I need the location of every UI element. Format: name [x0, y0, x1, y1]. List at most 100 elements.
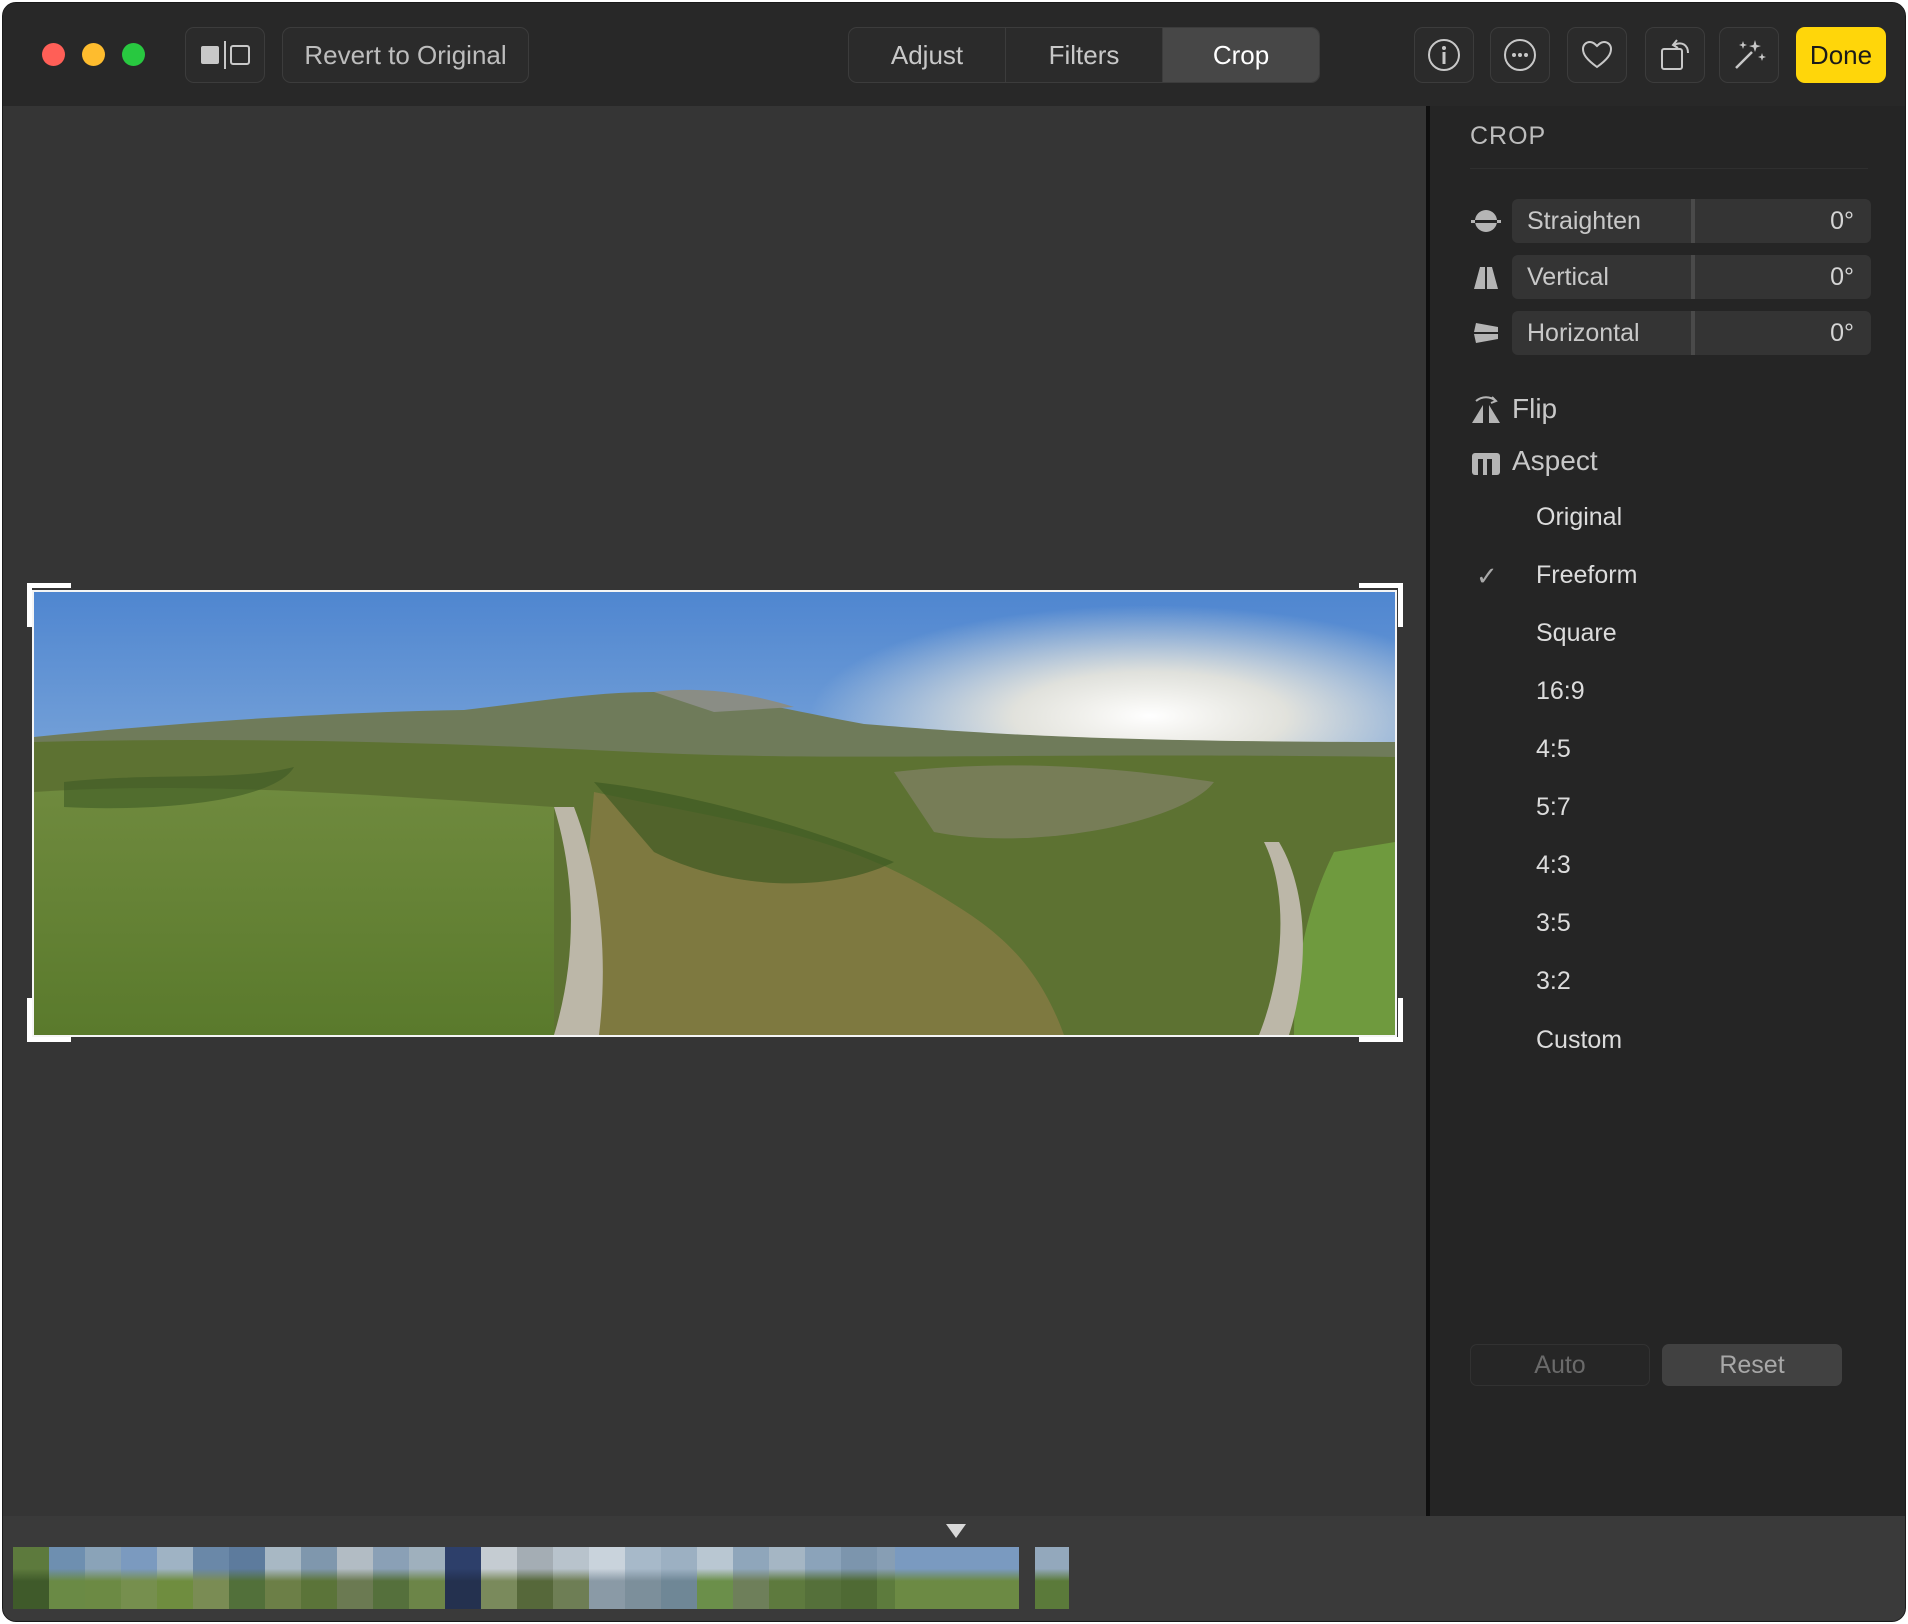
- straighten-label: Straighten: [1527, 207, 1641, 235]
- vertical-slider[interactable]: Vertical 0°: [1512, 255, 1871, 299]
- straighten-slider[interactable]: Straighten 0°: [1512, 199, 1871, 243]
- aspect-option-square[interactable]: Square: [1536, 619, 1617, 648]
- aspect-option-freeform[interactable]: Freeform: [1536, 561, 1637, 590]
- filmstrip-thumbnail[interactable]: [895, 1547, 1019, 1609]
- filmstrip-thumbnail[interactable]: [373, 1547, 409, 1609]
- checkmark-icon: ✓: [1476, 561, 1498, 591]
- filmstrip-thumbnail[interactable]: [121, 1547, 157, 1609]
- filmstrip-thumbnail[interactable]: [409, 1547, 445, 1609]
- crop-handle-top-right[interactable]: [1359, 583, 1403, 588]
- revert-to-original-button[interactable]: Revert to Original: [282, 27, 529, 83]
- filmstrip-thumbnail[interactable]: [769, 1547, 805, 1609]
- horizontal-value: 0°: [1830, 319, 1854, 347]
- filmstrip-position-marker: [946, 1524, 966, 1538]
- zoom-window-button[interactable]: [122, 43, 145, 66]
- vertical-label: Vertical: [1527, 263, 1609, 291]
- crop-handle-bottom-right[interactable]: [1359, 1037, 1403, 1042]
- straighten-value: 0°: [1830, 207, 1854, 235]
- done-button[interactable]: Done: [1796, 27, 1886, 83]
- horizontal-label: Horizontal: [1527, 319, 1640, 347]
- filmstrip-thumbnail[interactable]: [589, 1547, 625, 1609]
- filmstrip-thumbnail[interactable]: [85, 1547, 121, 1609]
- straighten-row: Straighten 0°: [1470, 199, 1880, 243]
- vertical-slider-tick: [1691, 255, 1695, 299]
- landscape-image: [34, 592, 1395, 1035]
- compare-icon: [201, 41, 250, 69]
- photos-edit-window: Revert to Original Adjust Filters Crop D…: [2, 2, 1906, 1622]
- filmstrip-thumbnail[interactable]: [625, 1547, 661, 1609]
- toolbar: Revert to Original Adjust Filters Crop D…: [3, 3, 1905, 106]
- crop-handle-top-left[interactable]: [27, 583, 71, 588]
- aspect-label: Aspect: [1512, 445, 1598, 476]
- filmstrip-thumbnail[interactable]: [553, 1547, 589, 1609]
- vertical-row: Vertical 0°: [1470, 255, 1880, 299]
- aspect-option-16-9[interactable]: 16:9: [1536, 677, 1585, 706]
- filmstrip-thumbnail[interactable]: [697, 1547, 733, 1609]
- filmstrip-thumbnail[interactable]: [13, 1547, 49, 1609]
- close-window-button[interactable]: [42, 43, 65, 66]
- filmstrip-thumbnail[interactable]: [733, 1547, 769, 1609]
- heart-icon: [1581, 40, 1613, 69]
- sidebar-divider: [1470, 168, 1868, 169]
- horizontal-slider[interactable]: Horizontal 0°: [1512, 311, 1871, 355]
- auto-button[interactable]: Auto: [1470, 1344, 1650, 1386]
- compare-button[interactable]: [185, 27, 265, 83]
- filmstrip-thumbnail[interactable]: [157, 1547, 193, 1609]
- tab-crop[interactable]: Crop: [1163, 28, 1319, 82]
- crop-handle-bottom-left[interactable]: [27, 1037, 71, 1042]
- straighten-icon: [1471, 210, 1501, 232]
- filmstrip-thumbnail[interactable]: [481, 1547, 517, 1609]
- aspect-option-5-7[interactable]: 5:7: [1536, 793, 1571, 822]
- filmstrip-thumbnail[interactable]: [265, 1547, 301, 1609]
- filmstrip-thumbnail[interactable]: [1035, 1547, 1069, 1609]
- filmstrip-thumbnail[interactable]: [517, 1547, 553, 1609]
- tab-filters[interactable]: Filters: [1006, 28, 1163, 82]
- info-button[interactable]: [1414, 27, 1474, 83]
- filmstrip-thumbnail[interactable]: [661, 1547, 697, 1609]
- tab-adjust[interactable]: Adjust: [849, 28, 1006, 82]
- aspect-option-3-2[interactable]: 3:2: [1536, 967, 1571, 996]
- crop-handle-bottom-left-vertical[interactable]: [27, 998, 32, 1042]
- aspect-option-custom[interactable]: Custom: [1536, 1026, 1622, 1055]
- crop-handle-top-right-vertical[interactable]: [1398, 583, 1403, 627]
- reset-button[interactable]: Reset: [1662, 1344, 1842, 1386]
- filmstrip-thumbnail[interactable]: [841, 1547, 877, 1609]
- aspect-option-3-5[interactable]: 3:5: [1536, 909, 1571, 938]
- info-icon: [1428, 39, 1460, 71]
- panorama-photo[interactable]: [32, 590, 1397, 1037]
- crop-handle-bottom-right-vertical[interactable]: [1398, 998, 1403, 1042]
- filmstrip-thumbnail[interactable]: [805, 1547, 841, 1609]
- photo-canvas: [3, 106, 1426, 1516]
- sidebar-title: CROP: [1470, 122, 1547, 150]
- aspect-option-4-5[interactable]: 4:5: [1536, 735, 1571, 764]
- filmstrip-thumbnail[interactable]: [193, 1547, 229, 1609]
- aspect-option-original[interactable]: Original: [1536, 503, 1622, 532]
- rotate-icon: [1661, 39, 1689, 70]
- filmstrip-thumbnail[interactable]: [301, 1547, 337, 1609]
- flip-icon: [1472, 396, 1500, 423]
- edit-mode-tabs: Adjust Filters Crop: [848, 27, 1320, 83]
- filmstrip-thumbnail[interactable]: [229, 1547, 265, 1609]
- auto-enhance-button[interactable]: [1719, 27, 1779, 83]
- horizontal-slider-tick: [1691, 311, 1695, 355]
- filmstrip-thumbnail[interactable]: [337, 1547, 373, 1609]
- rotate-button[interactable]: [1645, 27, 1705, 83]
- more-button[interactable]: [1490, 27, 1550, 83]
- minimize-window-button[interactable]: [82, 43, 105, 66]
- straighten-slider-tick: [1691, 199, 1695, 243]
- aspect-icon: [1472, 453, 1500, 475]
- magic-wand-icon: [1735, 40, 1766, 69]
- filmstrip-thumbnail[interactable]: [445, 1547, 481, 1609]
- more-icon: [1504, 39, 1536, 71]
- flip-label: Flip: [1512, 393, 1558, 424]
- crop-handle-top-left-vertical[interactable]: [27, 583, 32, 627]
- favorite-button[interactable]: [1567, 27, 1627, 83]
- crop-sidebar: CROP Straighten 0° Vertical 0° Horizonta…: [1430, 106, 1905, 1516]
- filmstrip-thumbnail[interactable]: [49, 1547, 85, 1609]
- vertical-perspective-icon: [1474, 267, 1498, 289]
- vertical-value: 0°: [1830, 263, 1854, 291]
- aspect-option-4-3[interactable]: 4:3: [1536, 851, 1571, 880]
- filmstrip: [3, 1516, 1905, 1621]
- horizontal-perspective-icon: [1474, 323, 1498, 343]
- horizontal-row: Horizontal 0°: [1470, 311, 1880, 355]
